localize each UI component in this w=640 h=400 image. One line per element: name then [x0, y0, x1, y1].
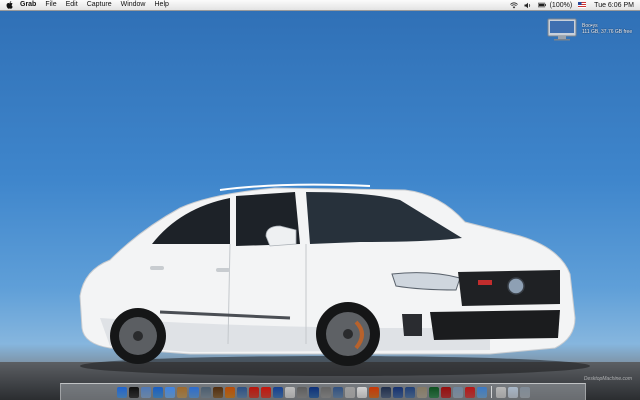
downloads-stack-icon[interactable] [495, 386, 506, 398]
xcode-icon[interactable] [308, 386, 319, 398]
preview-icon[interactable] [248, 386, 259, 398]
us-flag-input-menu-icon[interactable] [578, 1, 587, 9]
fireworks-icon[interactable] [452, 386, 463, 398]
grab-icon[interactable] [476, 386, 487, 398]
imovie-icon[interactable] [212, 386, 223, 398]
menu-window[interactable]: Window [121, 0, 146, 10]
menu-edit[interactable]: Edit [66, 0, 78, 10]
itunes-icon[interactable] [188, 386, 199, 398]
menubar-clock[interactable]: Tue 6:06 PM [594, 2, 634, 9]
wallpaper-watermark: DesktopMachine.com [583, 376, 632, 382]
firefox-icon[interactable] [368, 386, 379, 398]
trash-icon[interactable] [519, 386, 530, 398]
garageband-icon[interactable] [224, 386, 235, 398]
wallpaper-car-image [79, 183, 590, 376]
desktop: Grab File Edit Capture Window Help (100%… [0, 0, 640, 400]
camino-icon[interactable] [380, 386, 391, 398]
volume-icon[interactable] [524, 1, 532, 9]
hard-drive-label: Boo•ys 111 GB, 37.76 GB free [582, 23, 634, 35]
address-book-icon[interactable] [176, 386, 187, 398]
dashboard-icon[interactable] [128, 386, 139, 398]
ical-icon[interactable] [260, 386, 271, 398]
terminal-icon[interactable] [284, 386, 295, 398]
menu-bar: Grab File Edit Capture Window Help (100%… [0, 0, 640, 11]
acrobat-icon[interactable] [464, 386, 475, 398]
photoshop-icon[interactable] [404, 386, 415, 398]
text-edit-icon[interactable] [356, 386, 367, 398]
menu-extras: (100%) Tue 6:06 PM [504, 0, 634, 10]
documents-stack-icon[interactable] [507, 386, 518, 398]
battery-percentage[interactable]: (100%) [550, 2, 573, 9]
hard-drive-icon[interactable] [546, 16, 578, 42]
quicktime-icon[interactable] [392, 386, 403, 398]
system-preferences-icon[interactable] [296, 386, 307, 398]
battery-icon[interactable] [537, 1, 546, 9]
ichat-icon[interactable] [164, 386, 175, 398]
dock [60, 383, 586, 400]
menu-help[interactable]: Help [155, 0, 169, 10]
flash-icon[interactable] [440, 386, 451, 398]
wifi-icon[interactable] [509, 1, 518, 9]
monitor-icon[interactable] [332, 386, 343, 398]
hard-drive-capacity: 111 GB, 37.76 GB free [582, 29, 633, 35]
mail-icon[interactable] [140, 386, 151, 398]
iphoto-icon[interactable] [200, 386, 211, 398]
dock-separator [490, 386, 492, 398]
network-icon[interactable] [272, 386, 283, 398]
idvd-icon[interactable] [236, 386, 247, 398]
apple-icon[interactable] [6, 1, 13, 9]
illustrator-icon[interactable] [416, 386, 427, 398]
safari-icon[interactable] [152, 386, 163, 398]
menu-file[interactable]: File [45, 0, 56, 10]
dreamweaver-icon[interactable] [428, 386, 439, 398]
utility-icon[interactable] [320, 386, 331, 398]
editor-icon[interactable] [344, 386, 355, 398]
menu-app-name[interactable]: Grab [20, 0, 36, 10]
menu-capture[interactable]: Capture [87, 0, 112, 10]
finder-icon[interactable] [116, 386, 127, 398]
